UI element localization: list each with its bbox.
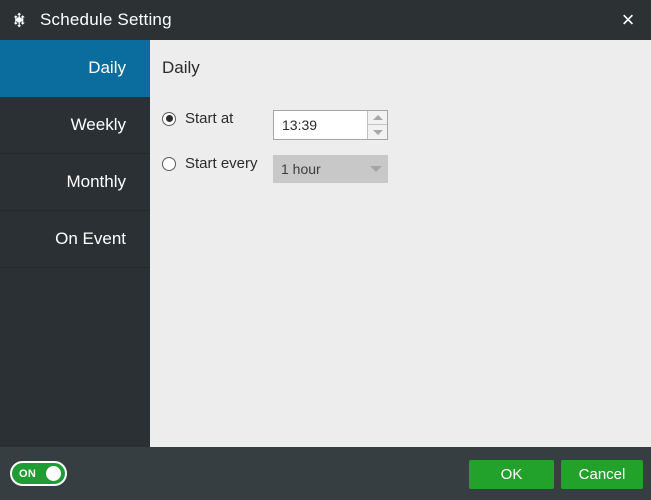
title-bar: Schedule Setting × [0, 0, 651, 40]
start-at-label[interactable]: Start at [185, 110, 233, 127]
start-at-time-spinner[interactable]: 13:39 [273, 110, 388, 140]
sidebar-item-label: Daily [88, 58, 126, 78]
spinner-buttons [367, 111, 387, 139]
enable-toggle[interactable]: ON [10, 461, 67, 486]
spinner-decrement-button[interactable] [368, 125, 387, 139]
sidebar-item-label: On Event [55, 229, 126, 249]
content-panel: Daily Start at 13:39 Start every [150, 40, 651, 447]
sidebar-item-monthly[interactable]: Monthly [0, 154, 150, 211]
page-title: Daily [162, 58, 200, 78]
sidebar: Daily Weekly Monthly On Event [0, 40, 150, 447]
start-every-radio[interactable] [162, 157, 176, 171]
close-icon[interactable]: × [605, 0, 651, 40]
footer-bar: ON OK Cancel [0, 447, 651, 500]
start-at-time-value[interactable]: 13:39 [274, 111, 367, 139]
window-title: Schedule Setting [40, 10, 172, 30]
sidebar-item-weekly[interactable]: Weekly [0, 97, 150, 154]
schedule-setting-dialog: Schedule Setting × Daily Weekly Monthly … [0, 0, 651, 500]
start-at-radio[interactable] [162, 112, 176, 126]
sidebar-item-label: Weekly [71, 115, 126, 135]
chevron-down-icon [364, 166, 388, 172]
triangle-up-icon [373, 115, 383, 120]
sidebar-item-daily[interactable]: Daily [0, 40, 150, 97]
cancel-button[interactable]: Cancel [561, 460, 643, 489]
sidebar-item-on-event[interactable]: On Event [0, 211, 150, 268]
interval-dropdown-value: 1 hour [273, 161, 364, 177]
toggle-knob [46, 466, 61, 481]
start-at-row: Start at 13:39 [162, 110, 233, 127]
start-every-row: Start every 1 hour [162, 155, 258, 172]
start-every-label[interactable]: Start every [185, 155, 258, 172]
move-arrows-icon [12, 11, 30, 29]
spinner-increment-button[interactable] [368, 111, 387, 125]
enable-toggle-label: ON [19, 468, 36, 480]
sidebar-item-label: Monthly [66, 172, 126, 192]
triangle-down-icon [373, 130, 383, 135]
interval-dropdown: 1 hour [273, 155, 388, 183]
ok-button[interactable]: OK [469, 460, 554, 489]
